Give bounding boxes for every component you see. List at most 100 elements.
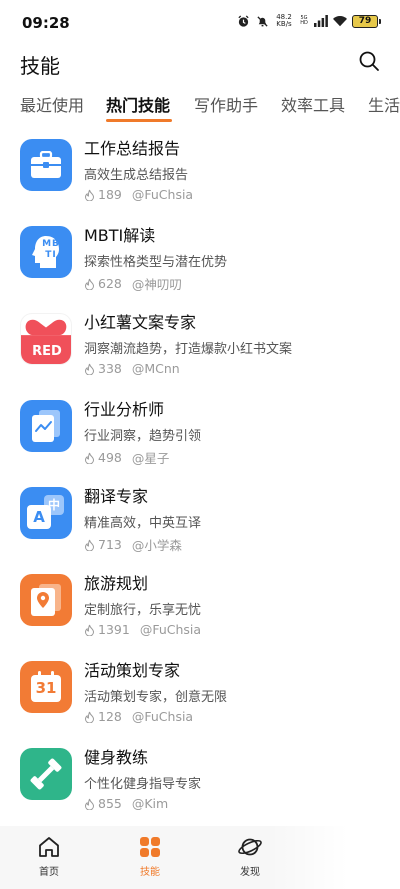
red-bag-icon: RED bbox=[20, 313, 72, 365]
mbti-head-icon: MB TI bbox=[20, 226, 72, 278]
wifi-icon bbox=[333, 14, 347, 28]
search-button[interactable] bbox=[356, 48, 382, 74]
skill-title: 活动策划专家 bbox=[84, 661, 181, 680]
skill-item[interactable]: 行业分析师 行业洞察，趋势引领 498 @星子 bbox=[0, 385, 400, 472]
usage-count: 189 bbox=[98, 187, 122, 202]
skill-meta: 855 @Kim bbox=[84, 796, 168, 811]
calendar-icon: 31 bbox=[20, 661, 72, 713]
page-title: 技能 bbox=[20, 54, 60, 78]
header: 技能 bbox=[0, 46, 400, 80]
category-tabs: 最近使用 热门技能 写作助手 效率工具 生活 bbox=[0, 90, 400, 122]
skill-description: 洞察潮流趋势，打造爆款小红书文案 bbox=[84, 342, 293, 357]
usage-count: 1391 bbox=[98, 622, 130, 637]
bottom-nav: 首页 技能 发现 bbox=[0, 826, 400, 889]
skill-item[interactable]: MB TI MBTI解读 探索性格类型与潜在优势 628 @神叨叨 bbox=[0, 211, 400, 298]
skill-description: 探索性格类型与潜在优势 bbox=[84, 255, 228, 270]
planet-icon bbox=[237, 834, 263, 860]
skill-description: 行业洞察，趋势引领 bbox=[84, 429, 202, 444]
tab-writing[interactable]: 写作助手 bbox=[194, 92, 258, 116]
nav-skills[interactable]: 技能 bbox=[120, 834, 180, 878]
skill-description: 高效生成总结报告 bbox=[84, 168, 189, 183]
skill-meta: 628 @神叨叨 bbox=[84, 274, 182, 293]
skill-item[interactable]: 31 活动策划专家 活动策划专家，创意无限 128 @FuChsia bbox=[0, 646, 400, 733]
grid-icon bbox=[137, 834, 163, 860]
dumbbell-icon bbox=[20, 748, 72, 800]
skill-description: 活动策划专家，创意无限 bbox=[84, 690, 228, 705]
skill-author[interactable]: @神叨叨 bbox=[132, 274, 182, 293]
status-bar: 09:28 48.2 KB/s 5G HD 79 bbox=[0, 0, 400, 46]
skill-description: 个性化健身指导专家 bbox=[84, 777, 202, 792]
calendar-day: 31 bbox=[35, 679, 57, 697]
skill-author[interactable]: @FuChsia bbox=[140, 622, 201, 637]
skill-meta: 338 @MCnn bbox=[84, 361, 180, 376]
search-icon bbox=[359, 51, 379, 71]
flame-icon bbox=[84, 539, 96, 551]
flame-icon bbox=[84, 711, 96, 723]
map-pin-icon bbox=[20, 574, 72, 626]
nav-skills-label: 技能 bbox=[140, 867, 160, 878]
tab-popular[interactable]: 热门技能 bbox=[106, 92, 170, 116]
status-icons: 48.2 KB/s 5G HD 79 bbox=[236, 14, 381, 28]
skill-title: MBTI解读 bbox=[84, 226, 156, 245]
flame-icon bbox=[84, 363, 96, 375]
skill-author[interactable]: @小学森 bbox=[132, 535, 182, 554]
tab-life[interactable]: 生活 bbox=[368, 92, 400, 116]
skill-title: 行业分析师 bbox=[84, 400, 165, 419]
skill-item[interactable]: 中 A 翻译专家 精准高效，中英互译 713 @小学森 bbox=[0, 472, 400, 559]
translate-latin-glyph: A bbox=[27, 505, 51, 529]
translate-icon: 中 A bbox=[20, 487, 72, 539]
usage-count: 713 bbox=[98, 537, 122, 552]
active-tab-indicator bbox=[106, 119, 172, 122]
nav-home[interactable]: 首页 bbox=[19, 834, 79, 878]
skill-title: 小红薯文案专家 bbox=[84, 313, 197, 332]
briefcase-icon bbox=[20, 139, 72, 191]
skill-meta: 498 @星子 bbox=[84, 448, 169, 467]
mbti-label: MB TI bbox=[42, 239, 60, 260]
skill-item[interactable]: 工作总结报告 高效生成总结报告 189 @FuChsia bbox=[0, 124, 400, 211]
skill-description: 精准高效，中英互译 bbox=[84, 516, 202, 531]
skill-title: 旅游规划 bbox=[84, 574, 149, 593]
red-label: RED bbox=[32, 344, 62, 359]
net-type: 5G HD bbox=[300, 15, 308, 26]
skill-description: 定制旅行，乐享无忧 bbox=[84, 603, 202, 618]
skill-author[interactable]: @星子 bbox=[132, 448, 170, 467]
signal-icon bbox=[314, 14, 328, 28]
usage-count: 338 bbox=[98, 361, 122, 376]
home-icon bbox=[36, 834, 62, 860]
mute-bell-icon bbox=[255, 14, 269, 28]
nav-fade-overlay bbox=[270, 826, 400, 889]
usage-count: 628 bbox=[98, 276, 122, 291]
nav-discover-label: 发现 bbox=[240, 867, 260, 878]
nav-home-label: 首页 bbox=[39, 867, 59, 878]
skill-title: 健身教练 bbox=[84, 748, 149, 767]
flame-icon bbox=[84, 452, 96, 464]
flame-icon bbox=[84, 278, 96, 290]
skill-item[interactable]: 健身教练 个性化健身指导专家 855 @Kim bbox=[0, 733, 400, 820]
alarm-icon bbox=[236, 14, 250, 28]
battery-indicator: 79 bbox=[352, 14, 381, 28]
usage-count: 498 bbox=[98, 450, 122, 465]
skill-meta: 713 @小学森 bbox=[84, 535, 182, 554]
net-speed: 48.2 KB/s bbox=[274, 14, 294, 28]
skill-item[interactable]: RED 小红薯文案专家 洞察潮流趋势，打造爆款小红书文案 338 @MCnn bbox=[0, 298, 400, 385]
skill-item[interactable]: 旅游规划 定制旅行，乐享无忧 1391 @FuChsia bbox=[0, 559, 400, 646]
skill-author[interactable]: @Kim bbox=[132, 796, 168, 811]
flame-icon bbox=[84, 798, 96, 810]
usage-count: 128 bbox=[98, 709, 122, 724]
usage-count: 855 bbox=[98, 796, 122, 811]
trend-document-icon bbox=[20, 400, 72, 452]
skill-title: 工作总结报告 bbox=[84, 139, 181, 158]
net-speed-unit: KB/s bbox=[276, 20, 292, 28]
skill-author[interactable]: @FuChsia bbox=[132, 709, 193, 724]
skill-meta: 1391 @FuChsia bbox=[84, 622, 201, 637]
flame-icon bbox=[84, 189, 96, 201]
skill-author[interactable]: @FuChsia bbox=[132, 187, 193, 202]
skill-meta: 128 @FuChsia bbox=[84, 709, 193, 724]
status-time: 09:28 bbox=[22, 14, 70, 32]
flame-icon bbox=[84, 624, 96, 636]
skill-author[interactable]: @MCnn bbox=[132, 361, 180, 376]
tab-recent[interactable]: 最近使用 bbox=[20, 92, 84, 116]
skill-meta: 189 @FuChsia bbox=[84, 187, 193, 202]
tab-efficiency[interactable]: 效率工具 bbox=[281, 92, 345, 116]
skill-title: 翻译专家 bbox=[84, 487, 149, 506]
